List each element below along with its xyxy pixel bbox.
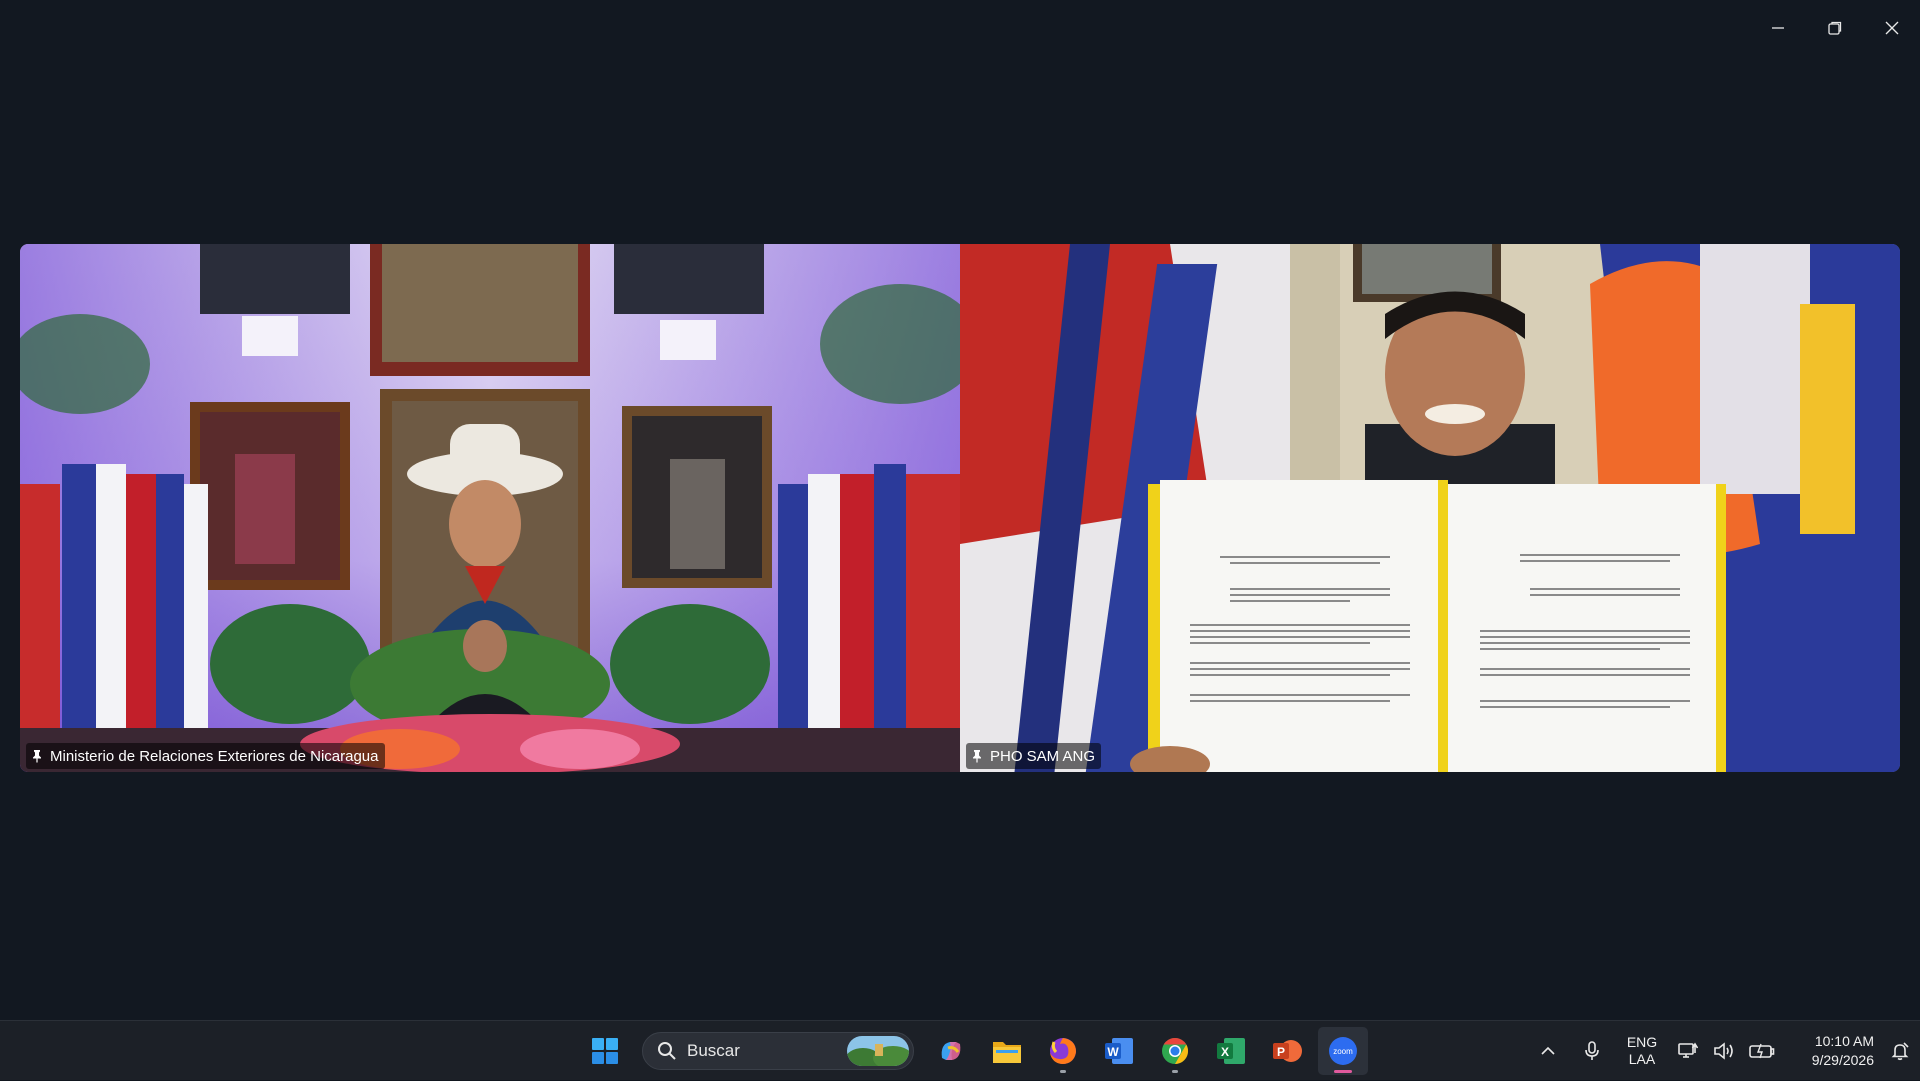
minimize-button[interactable]: [1749, 0, 1806, 56]
input-language-button[interactable]: ENG LAA: [1614, 1021, 1670, 1081]
taskbar-app-word[interactable]: W: [1094, 1027, 1144, 1075]
taskbar-app-powerpoint[interactable]: P: [1262, 1027, 1312, 1075]
notifications-button[interactable]: [1880, 1021, 1920, 1081]
search-placeholder: Buscar: [687, 1041, 740, 1060]
restore-button[interactable]: [1806, 0, 1863, 56]
keyboard-layout: LAA: [1628, 1051, 1656, 1067]
network-icon: [1678, 1042, 1698, 1058]
video-tile-nicaragua[interactable]: Ministerio de Relaciones Exteriores de N…: [20, 244, 960, 772]
svg-text:X: X: [1221, 1045, 1229, 1059]
svg-text:W: W: [1107, 1045, 1119, 1059]
close-button[interactable]: [1863, 0, 1920, 56]
video-tile-pho-sam-ang[interactable]: PHO SAM ANG: [960, 244, 1900, 772]
taskbar-app-copilot[interactable]: [926, 1027, 976, 1075]
microphone-tray-button[interactable]: [1570, 1021, 1614, 1081]
svg-text:P: P: [1277, 1045, 1285, 1059]
taskbar-search[interactable]: Buscar: [642, 1032, 914, 1070]
clock-time: 10:10 AM: [1814, 1033, 1874, 1049]
search-icon: [658, 1042, 676, 1060]
taskbar-app-firefox[interactable]: [1038, 1027, 1088, 1075]
close-icon: [1885, 21, 1898, 35]
start-button[interactable]: [580, 1027, 630, 1075]
notification-bell-icon: [1891, 1042, 1909, 1061]
taskbar-app-chrome[interactable]: [1150, 1027, 1200, 1075]
clock-button[interactable]: 10:10 AM 9/29/2026: [1782, 1021, 1880, 1081]
copilot-icon: [941, 1042, 961, 1060]
chevron-up-icon: [1541, 1046, 1555, 1055]
minimize-icon: [1771, 27, 1784, 29]
system-tray: ENG LAA 10:10 AM 9/29/2026: [1526, 1021, 1920, 1081]
battery-charging-icon: [1749, 1043, 1775, 1059]
pin-icon: [33, 750, 41, 763]
taskbar-apps: Buscar W X P zoom: [580, 1027, 1368, 1075]
participant-video-feed: [20, 244, 960, 772]
show-hidden-icons-button[interactable]: [1526, 1021, 1570, 1081]
participant-name: PHO SAM ANG: [990, 747, 1096, 765]
taskbar-app-zoom[interactable]: zoom: [1318, 1027, 1368, 1075]
zoom-meeting-window: Ministerio de Relaciones Exteriores de N…: [0, 0, 1920, 1020]
file-explorer-icon: [993, 1042, 1021, 1063]
clock-date: 9/29/2026: [1811, 1052, 1874, 1068]
taskbar-app-file-explorer[interactable]: [982, 1027, 1032, 1075]
taskbar-app-excel[interactable]: X: [1206, 1027, 1256, 1075]
restore-icon: [1827, 21, 1841, 35]
participant-name-tag: PHO SAM ANG: [966, 743, 1102, 769]
participant-video-feed: [960, 244, 1900, 772]
participant-name-tag: Ministerio de Relaciones Exteriores de N…: [26, 743, 385, 769]
language-code: ENG: [1626, 1034, 1658, 1050]
word-icon: W: [1105, 1038, 1133, 1064]
windows-start-icon: [592, 1038, 618, 1064]
powerpoint-icon: P: [1273, 1040, 1302, 1062]
video-gallery: Ministerio de Relaciones Exteriores de N…: [20, 244, 1900, 772]
running-indicator: [1172, 1070, 1178, 1073]
volume-tray-button[interactable]: [1706, 1021, 1742, 1081]
window-controls: [1749, 0, 1920, 56]
pin-icon: [973, 750, 981, 763]
firefox-icon: [1050, 1038, 1076, 1064]
network-tray-button[interactable]: [1670, 1021, 1706, 1081]
participant-name: Ministerio de Relaciones Exteriores de N…: [50, 747, 379, 765]
battery-tray-button[interactable]: [1742, 1021, 1782, 1081]
zoom-icon: zoom: [1329, 1037, 1357, 1065]
running-indicator: [1060, 1070, 1066, 1073]
windows-taskbar: Buscar W X P zoom ENG LAA 10:10 AM 9/29/…: [0, 1020, 1920, 1080]
chrome-icon: [1162, 1037, 1189, 1065]
running-indicator: [1334, 1070, 1352, 1073]
svg-text:zoom: zoom: [1333, 1047, 1353, 1056]
search-highlight-image: [847, 1036, 909, 1066]
volume-icon: [1714, 1042, 1733, 1060]
excel-icon: X: [1217, 1038, 1245, 1064]
microphone-icon: [1585, 1041, 1599, 1060]
